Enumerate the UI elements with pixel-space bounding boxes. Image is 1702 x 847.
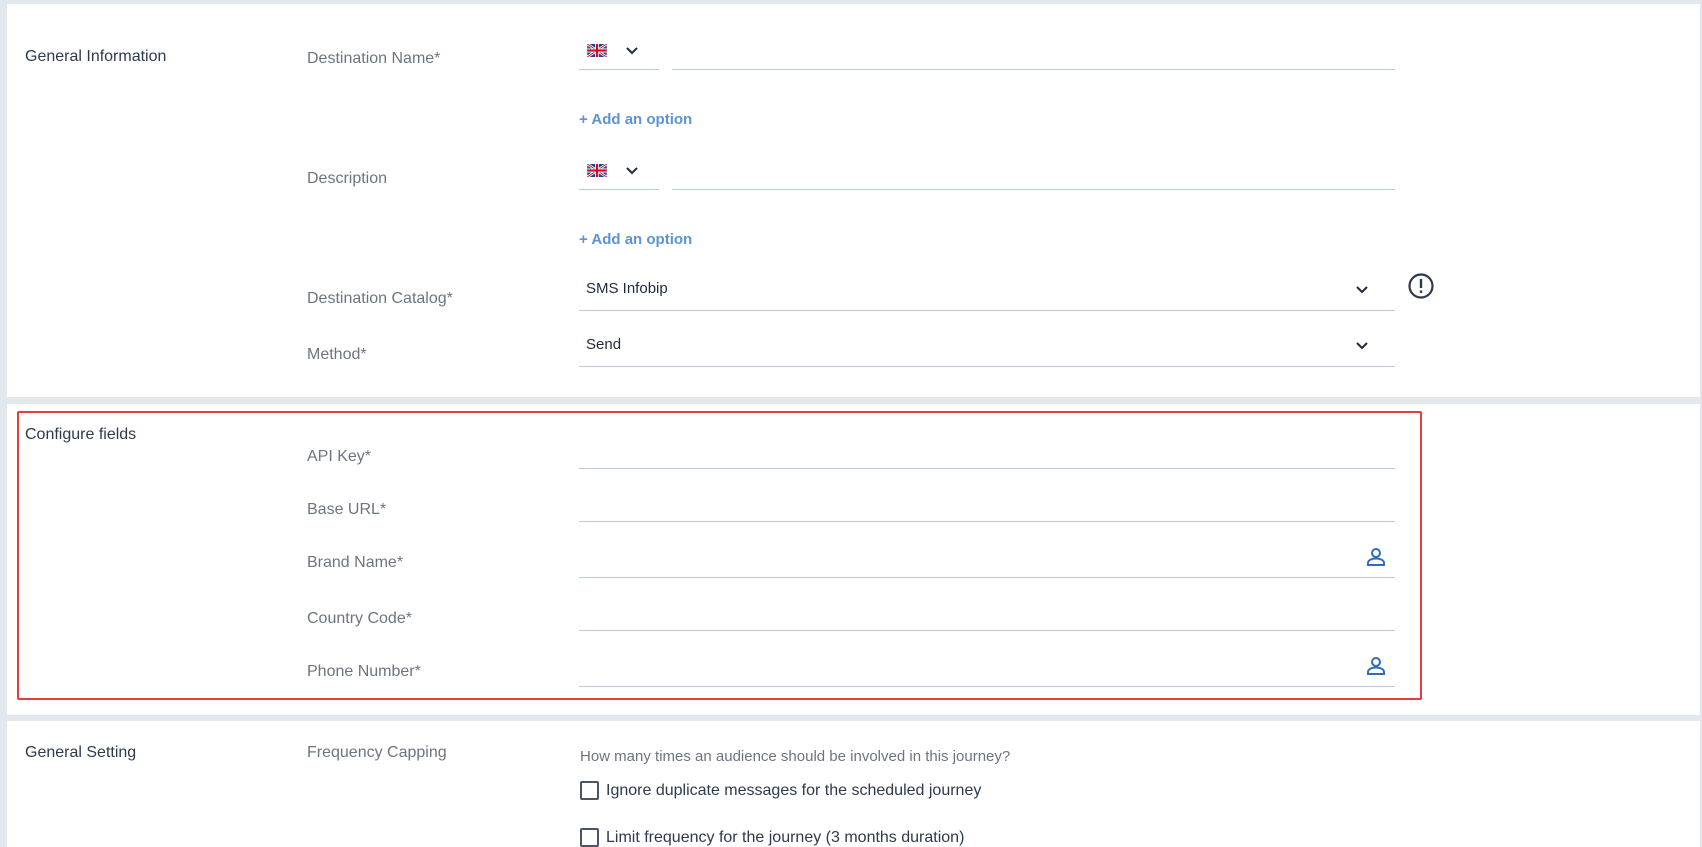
method-select[interactable]: Send <box>579 331 1395 367</box>
exclamation-circle-icon[interactable] <box>1407 272 1435 300</box>
description-input[interactable] <box>672 160 1395 190</box>
chevron-down-icon <box>1356 342 1368 350</box>
add-option-link-destination-name[interactable]: + Add an option <box>579 111 692 128</box>
description-language-select[interactable] <box>579 160 659 190</box>
api-key-label: API Key* <box>307 448 372 465</box>
description-label: Description <box>307 170 388 187</box>
method-label: Method* <box>307 346 367 363</box>
destination-catalog-label: Destination Catalog* <box>307 290 453 307</box>
uk-flag-icon <box>587 44 607 57</box>
destination-catalog-value: SMS Infobip <box>586 280 668 297</box>
add-option-link-description[interactable]: + Add an option <box>579 231 692 248</box>
country-code-label: Country Code* <box>307 610 412 627</box>
section-title-configure-fields: Configure fields <box>25 426 137 443</box>
configure-fields-panel: Configure fields API Key* Base URL* Bran… <box>7 404 1700 715</box>
destination-name-label: Destination Name* <box>307 50 441 67</box>
base-url-input[interactable] <box>579 487 1395 522</box>
api-key-input[interactable] <box>579 434 1395 469</box>
country-code-input[interactable] <box>579 595 1395 631</box>
destination-name-input[interactable] <box>672 40 1395 70</box>
checkbox-label: Limit frequency for the journey (3 month… <box>606 829 965 846</box>
checkbox[interactable] <box>580 828 599 847</box>
base-url-label: Base URL* <box>307 501 387 518</box>
brand-name-input[interactable] <box>579 538 1395 578</box>
destination-catalog-select[interactable]: SMS Infobip <box>579 275 1395 311</box>
brand-name-label: Brand Name* <box>307 554 404 571</box>
destination-name-language-select[interactable] <box>579 40 659 70</box>
phone-number-input[interactable] <box>579 647 1395 687</box>
section-title-general-setting: General Setting <box>25 744 137 761</box>
chevron-down-icon <box>626 167 638 175</box>
person-icon[interactable] <box>1366 547 1386 567</box>
checkbox[interactable] <box>580 781 599 800</box>
checkbox-label: Ignore duplicate messages for the schedu… <box>606 782 982 799</box>
chevron-down-icon <box>1356 286 1368 294</box>
section-title-general-information: General Information <box>25 48 167 65</box>
frequency-capping-label: Frequency Capping <box>307 744 447 761</box>
uk-flag-icon <box>587 164 607 177</box>
person-icon[interactable] <box>1366 656 1386 676</box>
general-setting-panel: General Setting Frequency Capping How ma… <box>7 721 1700 847</box>
phone-number-label: Phone Number* <box>307 663 421 680</box>
method-value: Send <box>586 336 622 353</box>
frequency-capping-hint: How many times an audience should be inv… <box>580 748 1011 765</box>
general-information-panel: General Information Destination Name* + … <box>7 4 1700 397</box>
chevron-down-icon <box>626 47 638 55</box>
